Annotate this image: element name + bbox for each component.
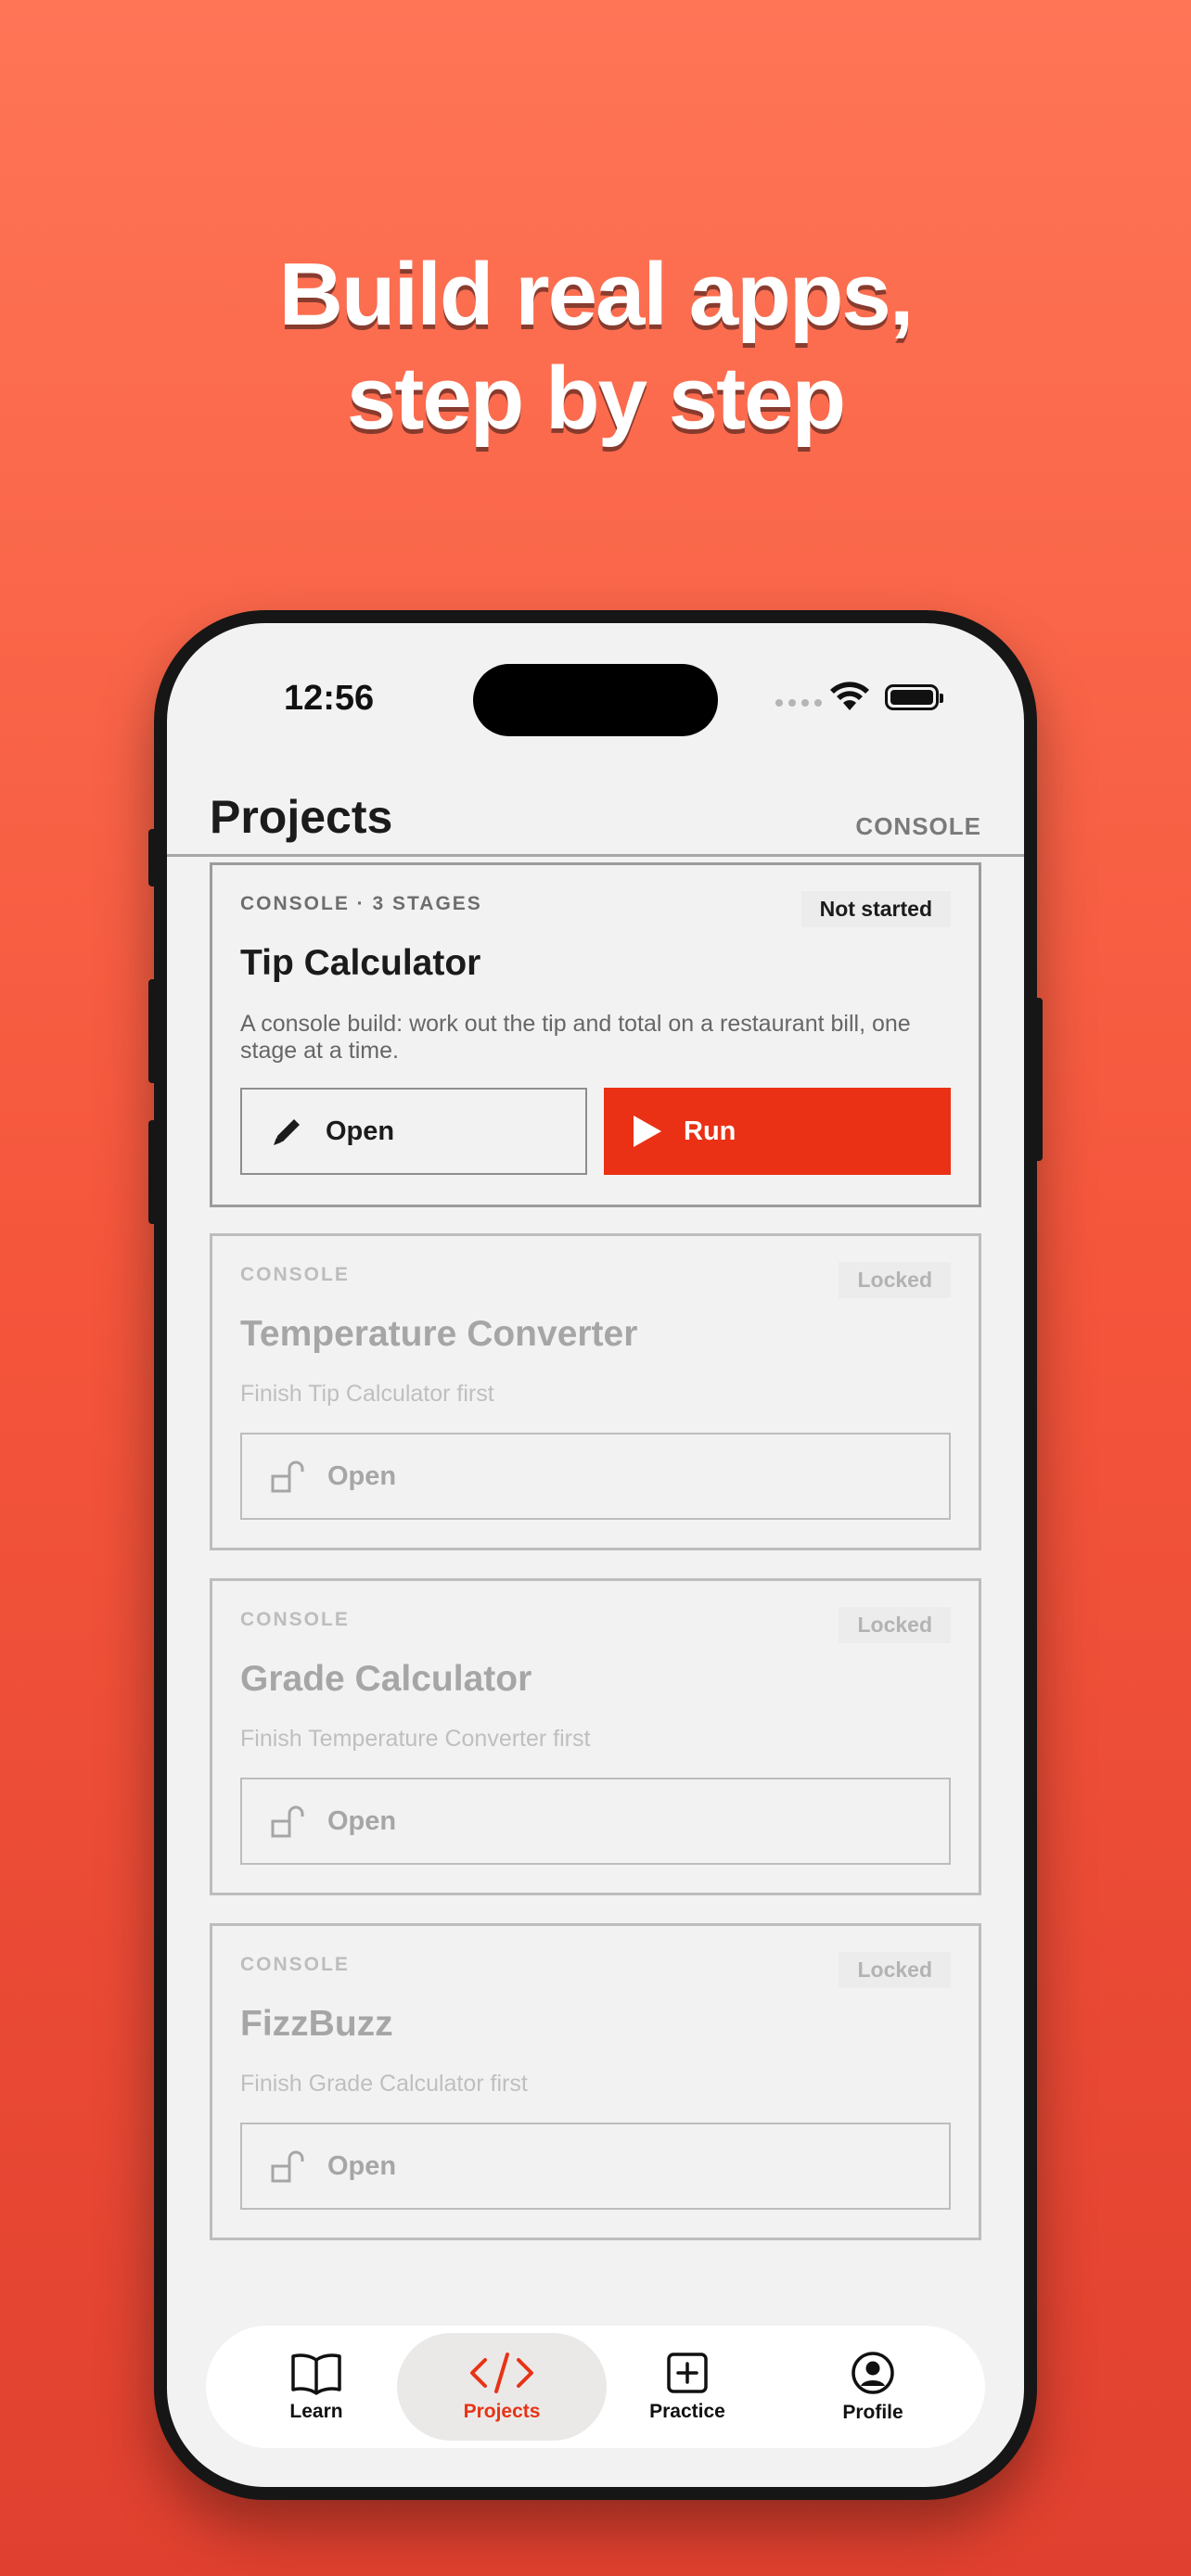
phone-screen: 12:56 Projects CONSOLE CONSOLE · 3 STAGE… [167, 623, 1024, 2487]
unlock-icon [271, 2150, 304, 2183]
project-card-tip-calculator: CONSOLE · 3 STAGES Not started Tip Calcu… [210, 862, 981, 1207]
project-description: Finish Grade Calculator first [240, 2071, 528, 2097]
project-card-temperature-converter: CONSOLE Locked Temperature Converter Fin… [210, 1233, 981, 1550]
project-tag: CONSOLE [240, 1954, 350, 1975]
power-button [1033, 998, 1043, 1161]
project-title: Tip Calculator [240, 943, 481, 983]
dynamic-island [473, 664, 718, 736]
run-button[interactable]: Run [604, 1088, 951, 1175]
project-title: FizzBuzz [240, 2004, 393, 2044]
project-description: Finish Tip Calculator first [240, 1381, 494, 1407]
plus-square-icon [667, 2353, 708, 2393]
battery-icon [885, 684, 943, 710]
unlock-icon [271, 1460, 304, 1493]
play-icon [634, 1116, 661, 1147]
person-circle-icon [852, 2352, 894, 2394]
tab-projects[interactable]: Projects [397, 2333, 607, 2441]
project-tag: CONSOLE [240, 1609, 350, 1630]
open-button[interactable]: Open [240, 2123, 951, 2210]
status-badge: Locked [839, 1262, 951, 1298]
unlock-icon [271, 1805, 304, 1838]
run-button-label: Run [684, 1116, 736, 1146]
page-title: Projects [210, 791, 393, 843]
tab-label: Profile [842, 2402, 903, 2423]
open-button-label: Open [327, 1805, 397, 1836]
book-icon [291, 2353, 341, 2395]
volume-up-button [148, 979, 158, 1083]
open-button-label: Open [326, 1116, 395, 1146]
tab-label: Learn [289, 2401, 343, 2422]
project-card-grade-calculator: CONSOLE Locked Grade Calculator Finish T… [210, 1578, 981, 1895]
tab-profile[interactable]: Profile [768, 2333, 978, 2441]
status-badge: Locked [839, 1952, 951, 1988]
project-card-fizzbuzz: CONSOLE Locked FizzBuzz Finish Grade Cal… [210, 1923, 981, 2240]
tab-bar: Learn Projects Practice Profile [206, 2326, 985, 2448]
open-button[interactable]: Open [240, 1433, 951, 1520]
action-button [148, 829, 158, 886]
open-button-label: Open [327, 1460, 397, 1491]
project-title: Grade Calculator [240, 1659, 532, 1699]
tab-practice[interactable]: Practice [583, 2333, 792, 2441]
open-button[interactable]: Open [240, 1778, 951, 1865]
navigation-header: Projects CONSOLE [167, 753, 1024, 857]
open-button[interactable]: Open [240, 1088, 587, 1175]
pencil-icon [274, 1119, 300, 1145]
status-bar: 12:56 [167, 623, 1024, 753]
code-icon [470, 2353, 533, 2393]
status-time: 12:56 [284, 679, 375, 718]
project-description: A console build: work out the tip and to… [240, 1011, 911, 1064]
status-badge: Locked [839, 1607, 951, 1643]
volume-down-button [148, 1120, 158, 1224]
tab-label: Projects [463, 2401, 541, 2422]
phone-frame: 12:56 Projects CONSOLE CONSOLE · 3 STAGE… [148, 610, 1043, 2500]
status-badge: Not started [800, 891, 951, 927]
project-description: Finish Temperature Converter first [240, 1726, 591, 1752]
project-title: Temperature Converter [240, 1314, 638, 1354]
console-filter-button[interactable]: CONSOLE [855, 812, 981, 841]
tab-label: Practice [649, 2401, 725, 2422]
wifi-icon [830, 682, 869, 710]
project-tag: CONSOLE · 3 STAGES [240, 893, 482, 914]
tab-learn[interactable]: Learn [211, 2333, 421, 2441]
headline-line-2: step by step [346, 349, 846, 448]
marketing-headline: Build real apps, step by step [0, 243, 1191, 451]
headline-line-1: Build real apps, [278, 245, 915, 344]
signal-dots-icon [775, 699, 822, 707]
project-tag: CONSOLE [240, 1264, 350, 1285]
open-button-label: Open [327, 2150, 397, 2181]
